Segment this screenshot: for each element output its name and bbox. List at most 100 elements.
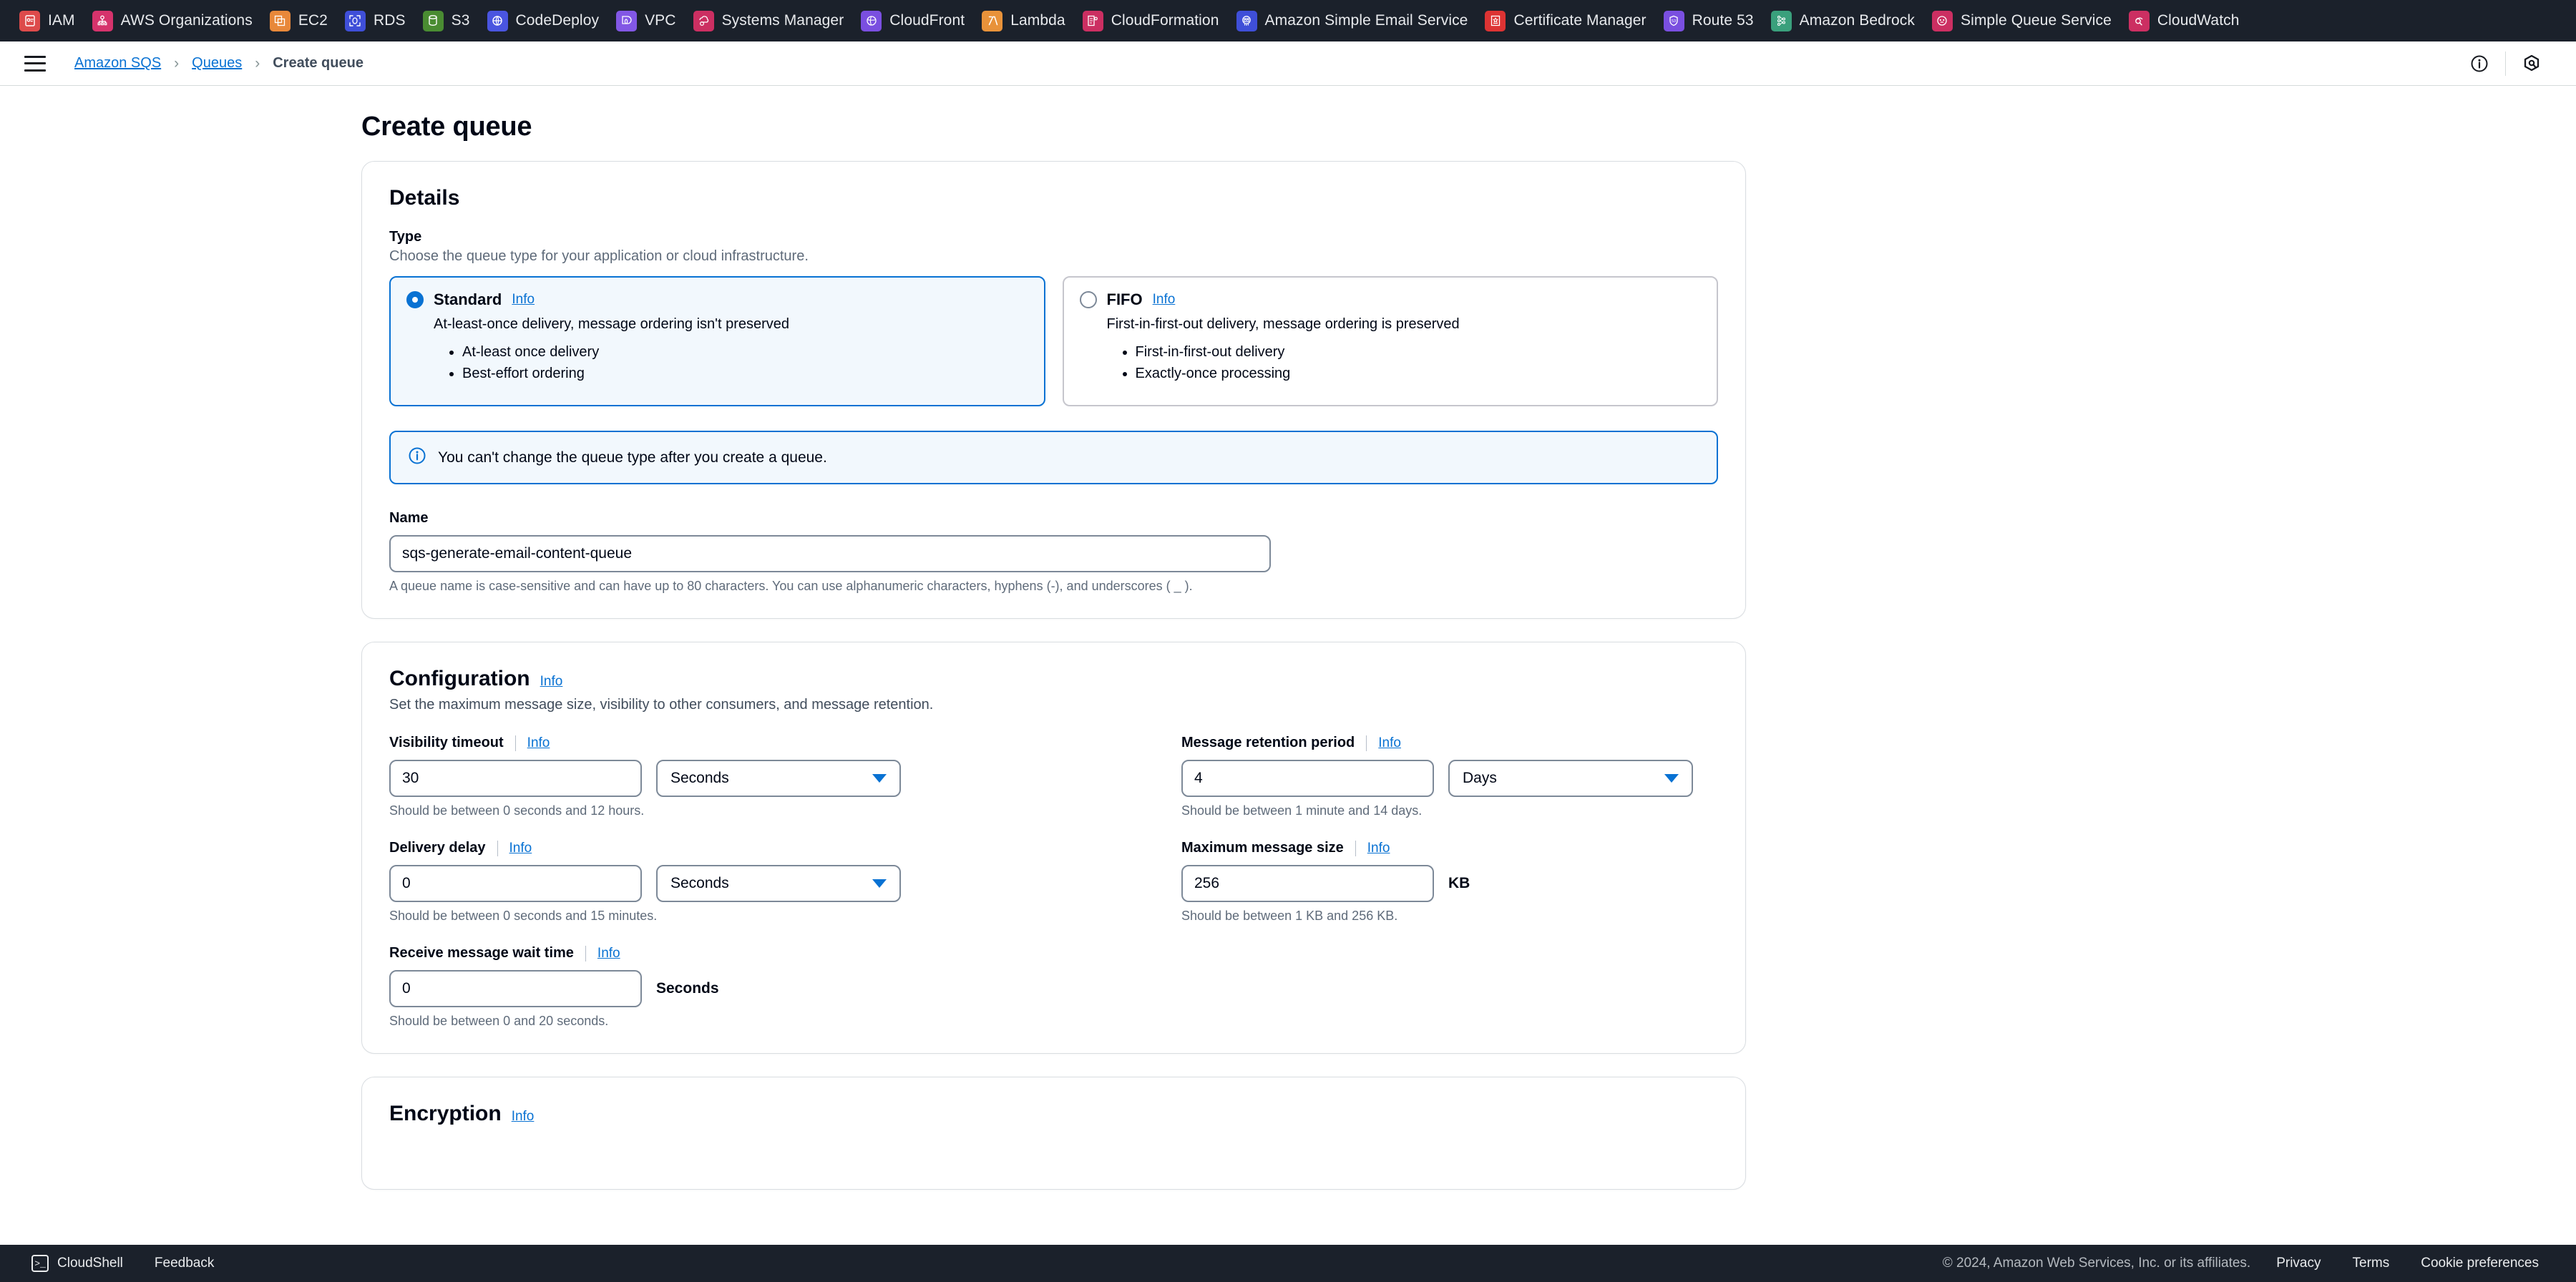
queue-type-option-standard[interactable]: Standard Info At-least-once delivery, me… <box>389 276 1045 406</box>
name-hint: A queue name is case-sensitive and can h… <box>389 579 1193 593</box>
configuration-card: Configuration Info Set the maximum messa… <box>361 642 1746 1054</box>
info-link-delivery-delay[interactable]: Info <box>509 841 532 856</box>
encryption-card-title: Encryption <box>389 1102 502 1125</box>
breadcrumb-item-create-queue: Create queue <box>273 55 364 71</box>
breadcrumb-item-amazon-sqs[interactable]: Amazon SQS <box>74 55 161 72</box>
cloudshell-button[interactable]: >_ CloudShell <box>16 1255 139 1272</box>
bookmark-label: Route 53 <box>1692 12 1754 29</box>
breadcrumb-item-queues[interactable]: Queues <box>192 55 242 72</box>
bookmark-label: IAM <box>48 12 75 29</box>
bookmark-systems-manager[interactable]: Systems Manager <box>688 0 857 41</box>
info-link-standard[interactable]: Info <box>512 292 535 308</box>
bookmark-cloudfront[interactable]: CloudFront <box>856 0 977 41</box>
bookmark-aws-organizations[interactable]: AWS Organizations <box>87 0 265 41</box>
bookmark-simple-queue-service[interactable]: Simple Queue Service <box>1927 0 2124 41</box>
bookmark-label: EC2 <box>298 12 328 29</box>
bookmark-label: S3 <box>451 12 470 29</box>
info-link-maximum-message-size[interactable]: Info <box>1367 841 1390 856</box>
breadcrumb-separator: › <box>174 54 180 72</box>
bookmark-certificate-manager[interactable]: Certificate Manager <box>1480 0 1658 41</box>
cloudfront-icon <box>861 10 882 31</box>
bookmark-label: CodeDeploy <box>515 12 600 29</box>
message-retention-period-unit-select[interactable]: Days <box>1448 760 1693 797</box>
chevron-down-icon <box>872 774 887 783</box>
ec2-icon <box>269 10 291 31</box>
sqs-icon <box>1931 10 1953 31</box>
ses-icon <box>1236 10 1257 31</box>
details-card-title: Details <box>389 186 460 210</box>
select-value: Seconds <box>670 770 729 786</box>
bookmark-label: Amazon Bedrock <box>1799 12 1915 29</box>
bookmark-lambda[interactable]: Lambda <box>977 0 1078 41</box>
cookie-preferences-link[interactable]: Cookie preferences <box>2405 1256 2555 1271</box>
info-link-encryption[interactable]: Info <box>512 1109 535 1125</box>
radio-fifo[interactable] <box>1079 291 1097 308</box>
info-circle-icon[interactable] <box>2458 41 2501 86</box>
bookmark-amazon-bedrock[interactable]: Amazon Bedrock <box>1766 0 1927 41</box>
configuration-card-title: Configuration <box>389 667 530 690</box>
bookmark-ec2[interactable]: EC2 <box>265 0 340 41</box>
breadcrumb: Amazon SQS › Queues › Create queue <box>74 55 364 72</box>
bookmark-cloudwatch[interactable]: CloudWatch <box>2124 0 2252 41</box>
bookmark-iam[interactable]: IAM <box>14 0 87 41</box>
bookmark-label: RDS <box>373 12 406 29</box>
iam-icon <box>19 10 40 31</box>
delivery-delay-input[interactable] <box>389 865 642 902</box>
alert-text: You can't change the queue type after yo… <box>438 449 827 466</box>
cloudwatch-icon <box>2128 10 2150 31</box>
visibility-timeout-unit-select[interactable]: Seconds <box>656 760 901 797</box>
bookmark-amazon-simple-email-service[interactable]: Amazon Simple Email Service <box>1231 0 1480 41</box>
visibility-timeout-input[interactable] <box>389 760 642 797</box>
field-label: Receive message wait time <box>389 945 574 961</box>
maximum-message-size-input[interactable] <box>1181 865 1434 902</box>
bookmark-label: Simple Queue Service <box>1960 12 2112 29</box>
field-label: Maximum message size <box>1181 840 1344 856</box>
receive-message-wait-time-input[interactable] <box>389 970 642 1007</box>
vpc-icon <box>616 10 638 31</box>
option-description: First-in-first-out delivery, message ord… <box>1106 316 1460 332</box>
queue-name-input[interactable] <box>389 535 1271 572</box>
type-description: Choose the queue type for your applicati… <box>389 248 809 264</box>
bookmark-cloudformation[interactable]: CloudFormation <box>1078 0 1231 41</box>
chevron-down-icon <box>872 879 887 888</box>
option-title: FIFO <box>1106 290 1143 308</box>
browser-bookmark-bar: IAM AWS Organizations EC2 RDS S3 CodeDep… <box>0 0 2576 41</box>
rds-icon <box>344 10 366 31</box>
feedback-button[interactable]: Feedback <box>139 1256 230 1271</box>
console-top-nav: Amazon SQS › Queues › Create queue <box>0 41 2576 86</box>
select-value: Seconds <box>670 875 729 891</box>
info-link-visibility-timeout[interactable]: Info <box>527 735 550 751</box>
bookmark-vpc[interactable]: VPC <box>611 0 688 41</box>
organizations-icon <box>92 10 113 31</box>
bookmark-rds[interactable]: RDS <box>340 0 418 41</box>
console-footer: >_ CloudShell Feedback © 2024, Amazon We… <box>0 1245 2576 1282</box>
bookmark-codedeploy[interactable]: CodeDeploy <box>482 0 612 41</box>
bedrock-icon <box>1770 10 1792 31</box>
settings-hex-icon[interactable] <box>2510 41 2553 86</box>
info-link-message-retention-period[interactable]: Info <box>1378 735 1401 751</box>
queue-type-radio-group: Standard Info At-least-once delivery, me… <box>389 276 1718 406</box>
queue-type-option-fifo[interactable]: FIFO Info First-in-first-out delivery, m… <box>1062 276 1718 406</box>
info-link-configuration[interactable]: Info <box>540 674 563 690</box>
terms-link[interactable]: Terms <box>2337 1256 2406 1271</box>
option-bullet: Exactly-once processing <box>1136 366 1702 382</box>
radio-standard[interactable] <box>406 291 424 308</box>
name-label: Name <box>389 510 429 526</box>
option-bullets: At-least once delivery Best-effort order… <box>462 344 1028 382</box>
certificate-manager-icon <box>1485 10 1506 31</box>
nav-divider <box>2505 51 2506 76</box>
hamburger-icon[interactable] <box>24 55 46 72</box>
bookmark-label: Certificate Manager <box>1513 12 1646 29</box>
bookmark-route-53[interactable]: 53 Route 53 <box>1659 0 1766 41</box>
delivery-delay-unit-select[interactable]: Seconds <box>656 865 901 902</box>
message-retention-period-input[interactable] <box>1181 760 1434 797</box>
breadcrumb-separator: › <box>255 54 260 72</box>
privacy-link[interactable]: Privacy <box>2260 1256 2336 1271</box>
info-link-receive-message-wait-time[interactable]: Info <box>597 946 620 962</box>
feedback-label: Feedback <box>154 1256 215 1271</box>
field-hint: Should be between 1 KB and 256 KB. <box>1181 909 1398 923</box>
info-link-fifo[interactable]: Info <box>1153 292 1176 308</box>
bookmark-label: Lambda <box>1010 12 1065 29</box>
bookmark-s3[interactable]: S3 <box>418 0 482 41</box>
select-value: Days <box>1463 770 1497 786</box>
